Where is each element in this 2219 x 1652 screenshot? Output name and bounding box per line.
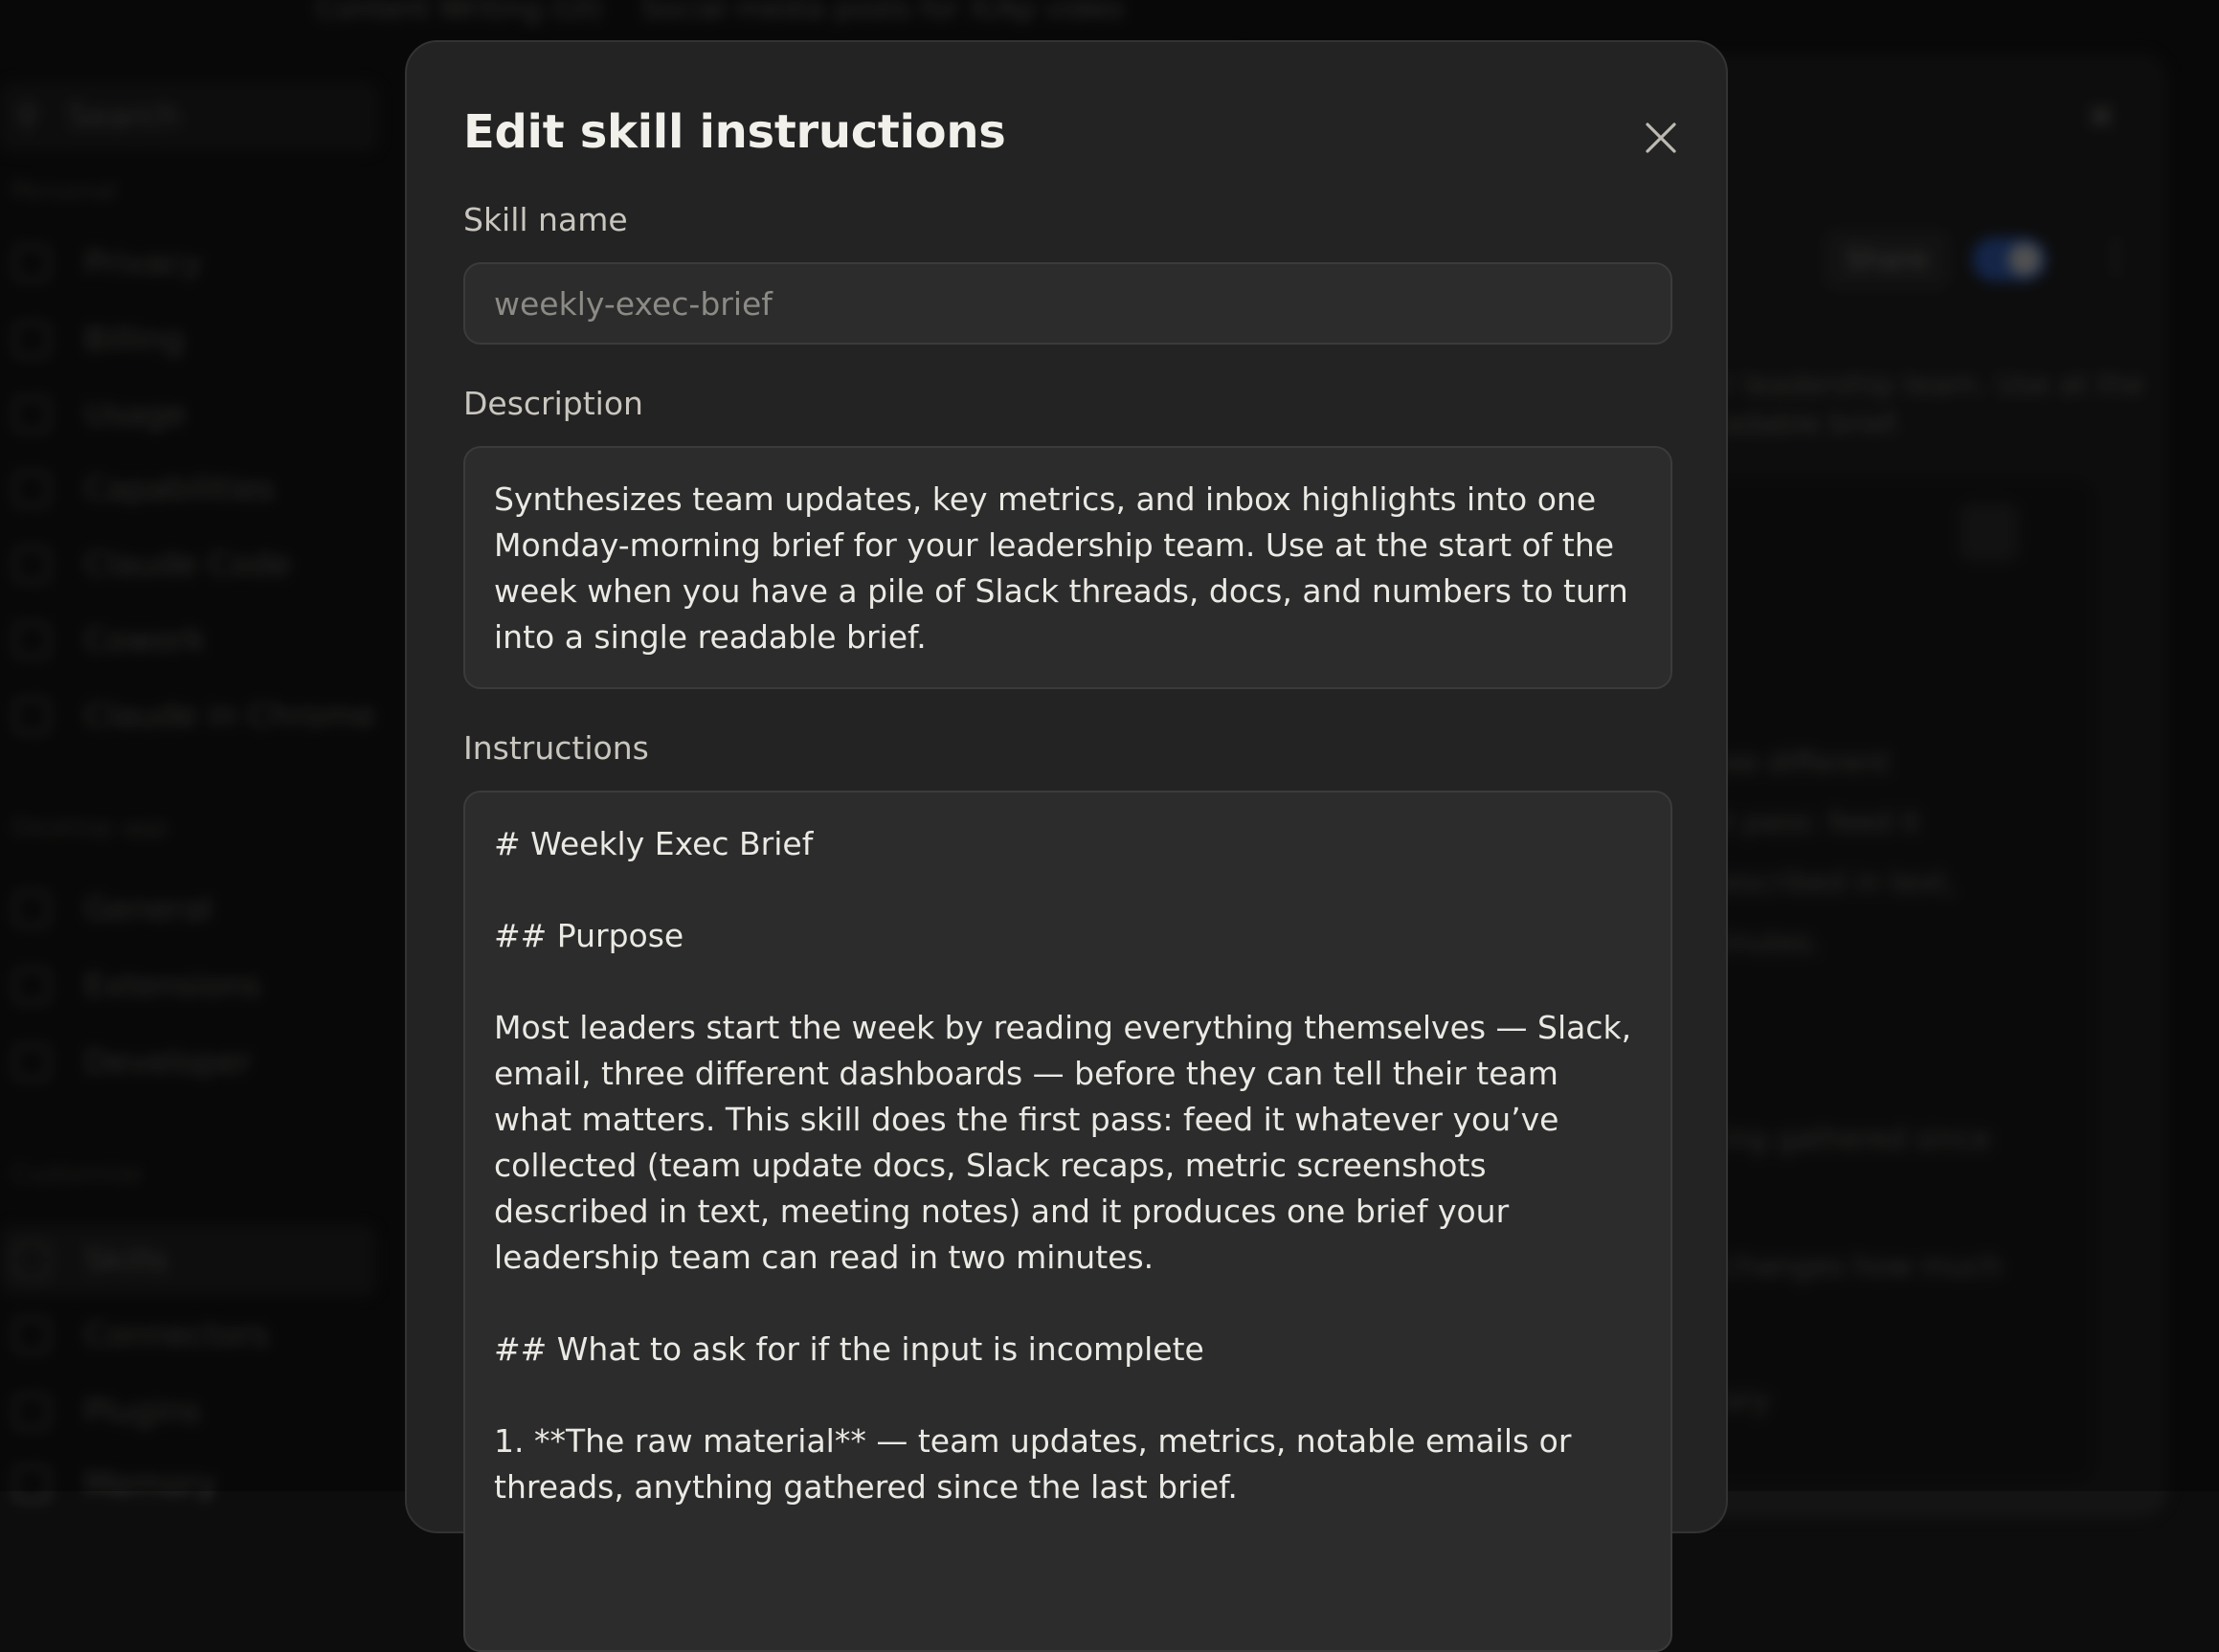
skill-name-input[interactable]: weekly-exec-brief [463,262,1672,345]
instructions-line [494,1373,1642,1418]
close-button[interactable] [1634,111,1688,165]
instructions-line [494,867,1642,913]
skill-name-label: Skill name [463,201,628,238]
instructions-line: ## What to ask for if the input is incom… [494,1330,1204,1368]
modal-title: Edit skill instructions [463,105,1006,159]
instructions-line [494,959,1642,1005]
skill-name-value: weekly-exec-brief [494,284,773,323]
instructions-line: ## Purpose [494,917,684,954]
description-textarea[interactable]: Synthesizes team updates, key metrics, a… [463,446,1672,689]
instructions-label: Instructions [463,729,649,767]
instructions-line: 1. **The raw material** — team updates, … [494,1422,1581,1506]
edit-skill-modal: Edit skill instructions Skill name weekl… [405,40,1728,1652]
close-icon [1646,123,1676,153]
instructions-line [494,1281,1642,1327]
instructions-line: Most leaders start the week by reading e… [494,1009,1642,1276]
description-value: Synthesizes team updates, key metrics, a… [494,480,1628,656]
instructions-textarea[interactable]: # Weekly Exec Brief ## Purpose Most lead… [463,791,1672,1652]
instructions-line: # Weekly Exec Brief [494,825,814,862]
description-label: Description [463,385,643,422]
